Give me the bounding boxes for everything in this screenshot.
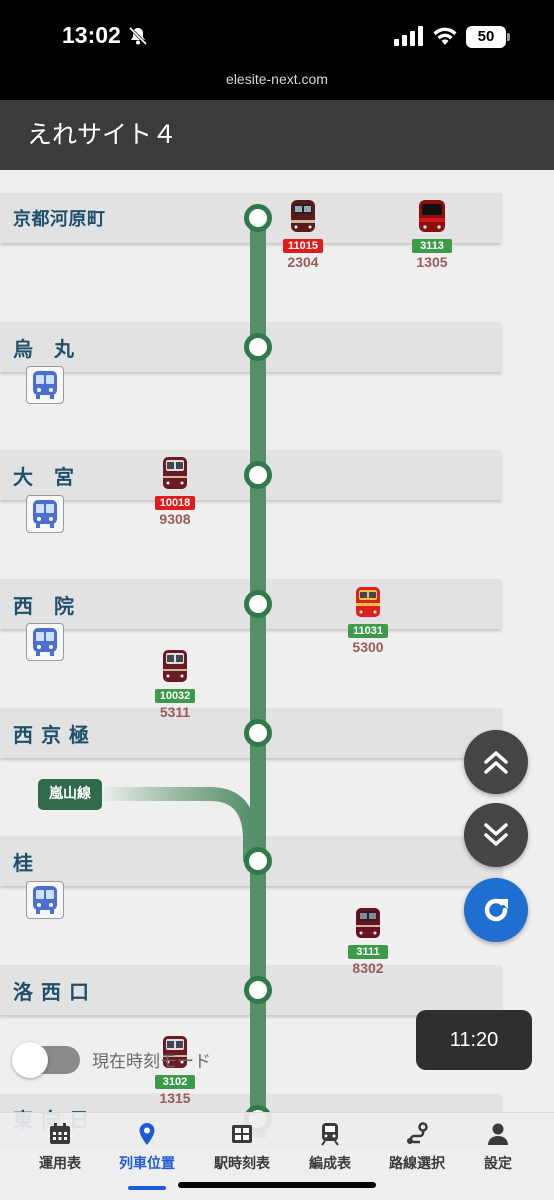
nav-station-timetable[interactable]: 駅時刻表 [202, 1121, 282, 1173]
nav-label: 列車位置 [119, 1156, 175, 1172]
table-grid-icon [232, 1125, 252, 1143]
bus-icon[interactable] [26, 495, 64, 533]
active-tab-indicator [128, 1186, 166, 1190]
train-formation-number: 5300 [352, 639, 384, 655]
nav-label: 設定 [484, 1156, 512, 1172]
station-node[interactable] [244, 719, 272, 747]
train-run-badge: 3111 [348, 945, 388, 959]
current-time-mode-toggle[interactable] [12, 1042, 80, 1078]
station-name[interactable]: 西京極 [13, 719, 97, 748]
train-run-badge: 11031 [348, 624, 388, 638]
location-pin-icon [139, 1123, 155, 1145]
train-car-icon [356, 908, 380, 938]
home-indicator [178, 1182, 376, 1188]
status-bar: 13:02 50 [0, 0, 554, 62]
nav-label: 編成表 [309, 1156, 351, 1172]
nav-formation-table[interactable]: 編成表 [290, 1121, 370, 1173]
status-time: 13:02 [62, 22, 121, 48]
station-node[interactable] [244, 461, 272, 489]
train-marker[interactable]: 11031 5300 [333, 585, 403, 655]
train-marker[interactable]: 11015 2304 [268, 198, 338, 270]
station-node[interactable] [244, 590, 272, 618]
train-run-badge: 10032 [155, 689, 195, 703]
nav-route-select[interactable]: 路線選択 [377, 1121, 457, 1173]
train-run-badge: 10018 [155, 496, 195, 510]
nav-label: 路線選択 [389, 1156, 445, 1172]
train-marker[interactable]: 10018 9308 [140, 455, 210, 527]
nav-unyohyo[interactable]: 運用表 [20, 1121, 100, 1173]
station-name[interactable]: 京都河原町 [13, 205, 106, 231]
url-bar[interactable]: elesite-next.com [0, 62, 554, 100]
train-marker[interactable]: 3111 8302 [333, 906, 403, 976]
station-node[interactable] [244, 847, 272, 875]
station-name[interactable]: 西 院 [13, 590, 75, 619]
train-car-icon [419, 200, 445, 232]
calendar-icon [50, 1123, 70, 1144]
train-car-icon [356, 587, 380, 617]
bus-icon[interactable] [26, 623, 64, 661]
station-name[interactable]: 烏 丸 [13, 333, 75, 362]
double-chevron-up-icon [484, 751, 508, 774]
bell-muted-icon [128, 26, 148, 50]
train-formation-number: 2304 [287, 254, 319, 270]
current-time-mode-label: 現在時刻モード [92, 1052, 211, 1072]
nav-settings[interactable]: 設定 [458, 1121, 538, 1173]
station-node[interactable] [244, 976, 272, 1004]
train-icon [321, 1123, 339, 1146]
train-car-icon [163, 650, 187, 682]
app-title: えれサイト４ [0, 100, 554, 170]
toggle-knob [12, 1042, 48, 1078]
refresh-button[interactable] [464, 878, 528, 942]
train-car-icon [291, 200, 315, 232]
train-formation-number: 1315 [159, 1090, 191, 1106]
train-marker[interactable]: 10032 5311 [140, 648, 210, 720]
wifi-icon [432, 26, 458, 50]
station-name[interactable]: 洛西口 [13, 976, 97, 1005]
train-car-icon [163, 457, 187, 489]
nav-label: 運用表 [39, 1156, 81, 1172]
battery-indicator: 50 [466, 26, 510, 48]
train-formation-number: 1305 [416, 254, 448, 270]
route-icon [407, 1122, 428, 1144]
nav-train-position[interactable]: 列車位置 [107, 1121, 187, 1173]
scroll-top-button[interactable] [464, 730, 528, 794]
train-run-badge: 3102 [155, 1075, 195, 1089]
train-run-badge: 11015 [283, 239, 323, 253]
nav-label: 駅時刻表 [214, 1156, 270, 1172]
branch-line-label[interactable]: 嵐山線 [38, 779, 102, 810]
cellular-signal-icon [394, 26, 424, 50]
train-formation-number: 5311 [159, 704, 191, 720]
refresh-icon [484, 898, 508, 922]
person-icon [488, 1123, 508, 1145]
double-chevron-down-icon [484, 823, 508, 846]
bus-icon[interactable] [26, 366, 64, 404]
scroll-bottom-button[interactable] [464, 803, 528, 867]
train-run-badge: 3113 [412, 239, 452, 253]
station-node[interactable] [244, 333, 272, 361]
train-formation-number: 9308 [159, 511, 191, 527]
time-display[interactable]: 11:20 [416, 1010, 532, 1070]
train-formation-number: 8302 [352, 960, 384, 976]
bus-icon[interactable] [26, 881, 64, 919]
station-name[interactable]: 大 宮 [13, 461, 75, 490]
train-marker[interactable]: 3113 1305 [397, 198, 467, 270]
